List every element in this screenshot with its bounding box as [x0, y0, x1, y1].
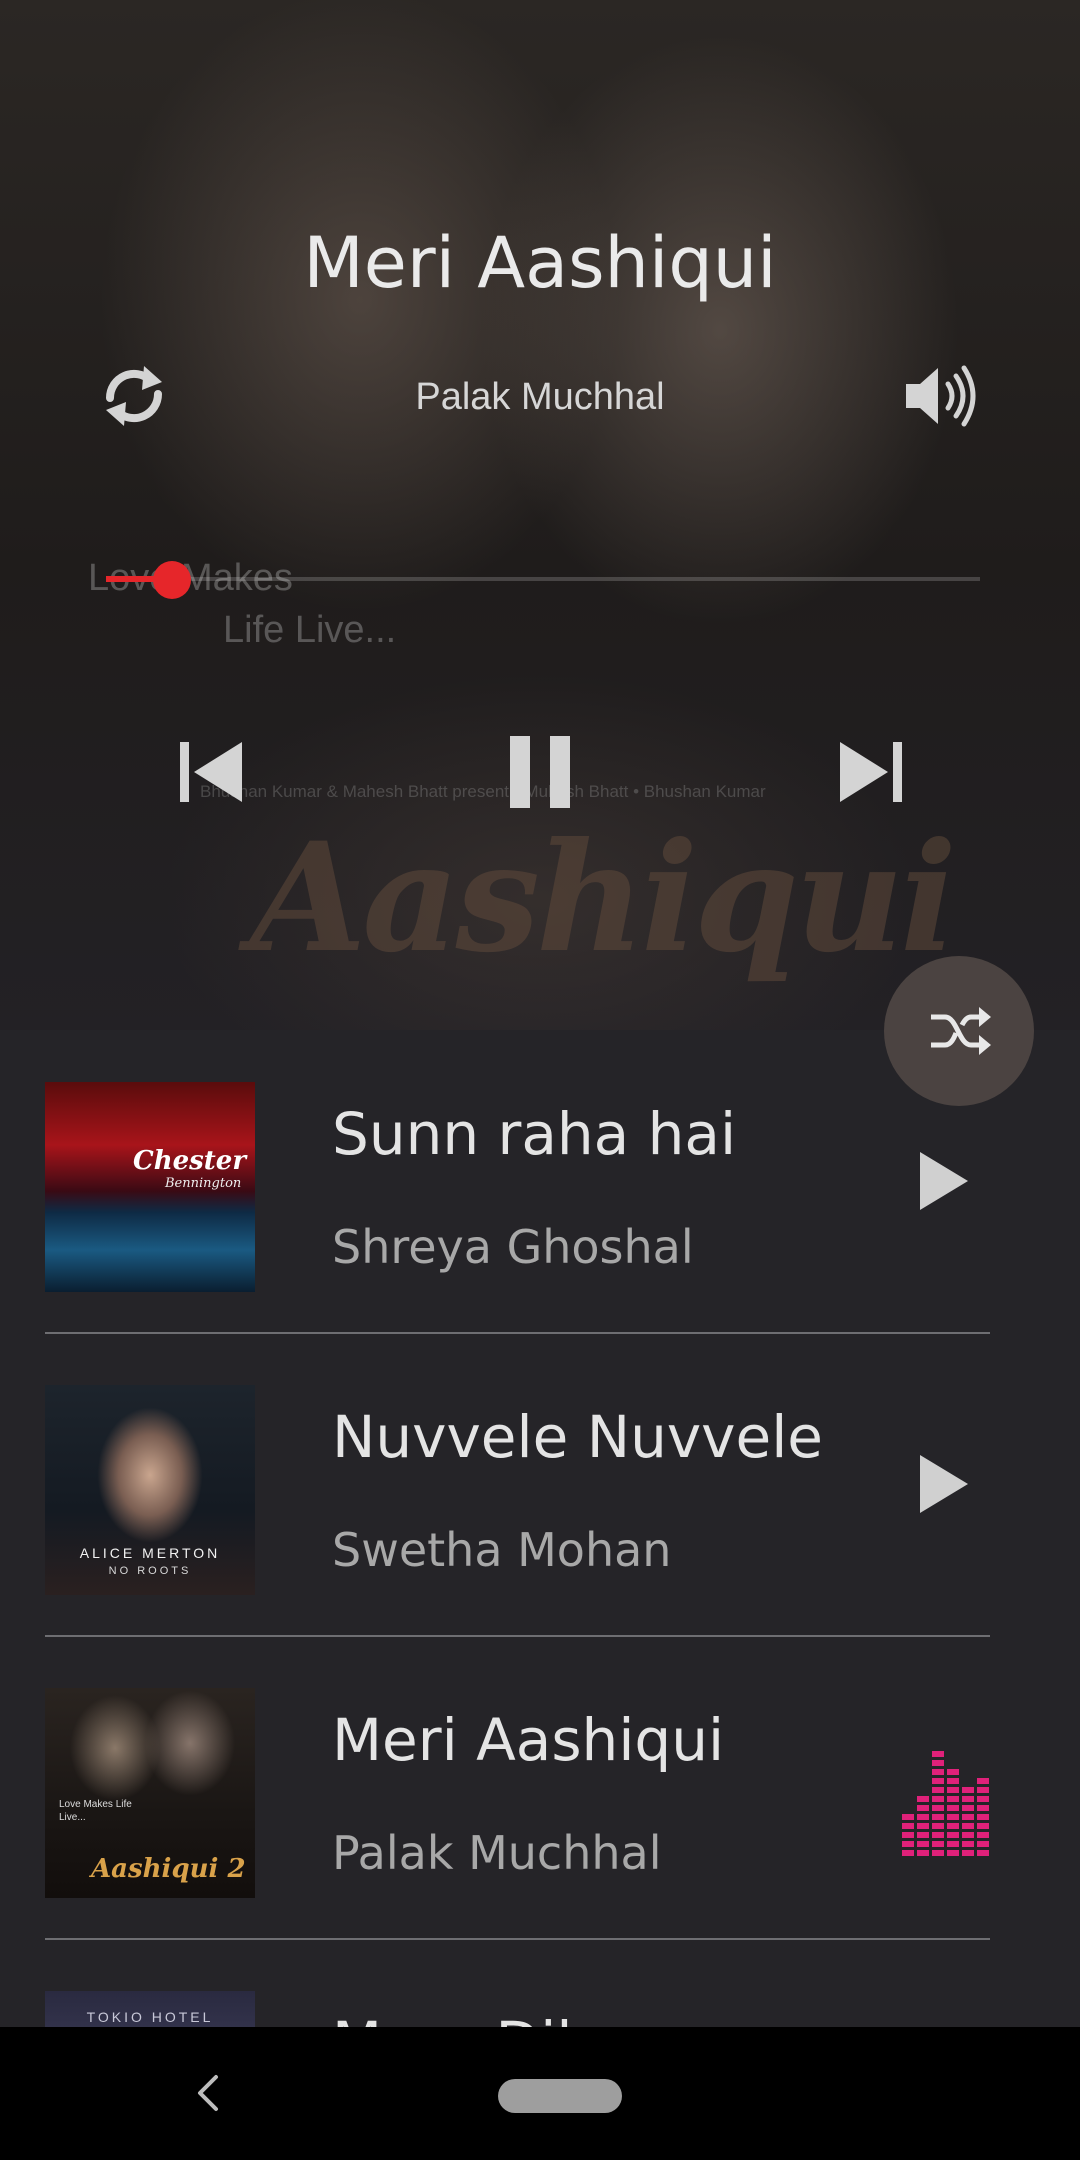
chevron-left-icon: [198, 2075, 218, 2111]
list-item[interactable]: TOKIO HOTEL Mera Dil: [0, 1939, 1080, 2027]
play-button[interactable]: [918, 1453, 970, 1515]
album-art-logo: Aashiqui: [250, 810, 957, 986]
list-item[interactable]: ALICE MERTON NO ROOTS Nuvvele Nuvvele Sw…: [0, 1333, 1080, 1637]
song-title: Sunn raha hai: [332, 1100, 737, 1168]
album-art-credit: Bhushan Kumar & Mahesh Bhatt present • M…: [200, 782, 766, 801]
list-item-now-playing[interactable]: Love Makes Life Live... Aashiqui 2 Meri …: [0, 1636, 1080, 1940]
thumbnail-title: Aashiqui 2: [91, 1854, 246, 1884]
thumbnail-title: TOKIO HOTEL: [86, 2009, 214, 2025]
song-artist: Swetha Mohan: [332, 1523, 672, 1577]
play-icon: [920, 1152, 968, 1210]
album-thumbnail: Love Makes Life Live... Aashiqui 2: [45, 1688, 255, 1898]
pause-button[interactable]: [508, 734, 572, 810]
music-player-screen: Love Makes Life Live... Bhushan Kumar & …: [0, 0, 1080, 2160]
tagline-line-2: Life Live...: [223, 609, 397, 651]
playlist: Chester Bennington Sunn raha hai Shreya …: [0, 1030, 1080, 2027]
equalizer-icon: [902, 1751, 989, 1856]
album-thumbnail: ALICE MERTON NO ROOTS: [45, 1385, 255, 1595]
song-title: Meri Aashiqui: [332, 1706, 725, 1774]
previous-button[interactable]: [176, 740, 246, 804]
play-button[interactable]: [918, 1150, 970, 1212]
pause-icon: [510, 736, 570, 808]
skip-previous-icon: [180, 742, 242, 802]
home-pill[interactable]: [498, 2079, 622, 2113]
next-button[interactable]: [836, 740, 906, 804]
now-playing-title: Meri Aashiqui: [303, 222, 777, 304]
song-title: Mera Dil: [332, 2009, 572, 2027]
now-playing-header: Love Makes Life Live... Bhushan Kumar & …: [0, 0, 1080, 1030]
volume-button[interactable]: [902, 360, 980, 432]
system-navigation-bar: [0, 2027, 1080, 2160]
album-thumbnail: TOKIO HOTEL: [45, 1991, 255, 2027]
thumbnail-title: Chester: [133, 1146, 247, 1176]
play-icon: [920, 1455, 968, 1513]
seek-thumb[interactable]: [152, 561, 191, 599]
shuffle-button[interactable]: [884, 956, 1034, 1106]
thumbnail-title: ALICE MERTON: [79, 1545, 221, 1561]
thumbnail-subtitle: Bennington: [165, 1176, 242, 1191]
back-button[interactable]: [190, 2071, 226, 2115]
thumbnail-subtitle: Love Makes Life Live...: [59, 1799, 132, 1823]
album-thumbnail: Chester Bennington: [45, 1082, 255, 1292]
seek-bar[interactable]: [106, 560, 980, 600]
song-artist: Shreya Ghoshal: [332, 1220, 694, 1274]
shuffle-icon: [931, 1007, 991, 1055]
equalizer-icon: [900, 1748, 990, 1858]
volume-icon: [906, 365, 976, 427]
thumbnail-subtitle: NO ROOTS: [108, 1565, 192, 1577]
seek-track: [106, 577, 980, 581]
song-title: Nuvvele Nuvvele: [332, 1403, 823, 1471]
song-artist: Palak Muchhal: [332, 1826, 662, 1880]
skip-next-icon: [840, 742, 902, 802]
